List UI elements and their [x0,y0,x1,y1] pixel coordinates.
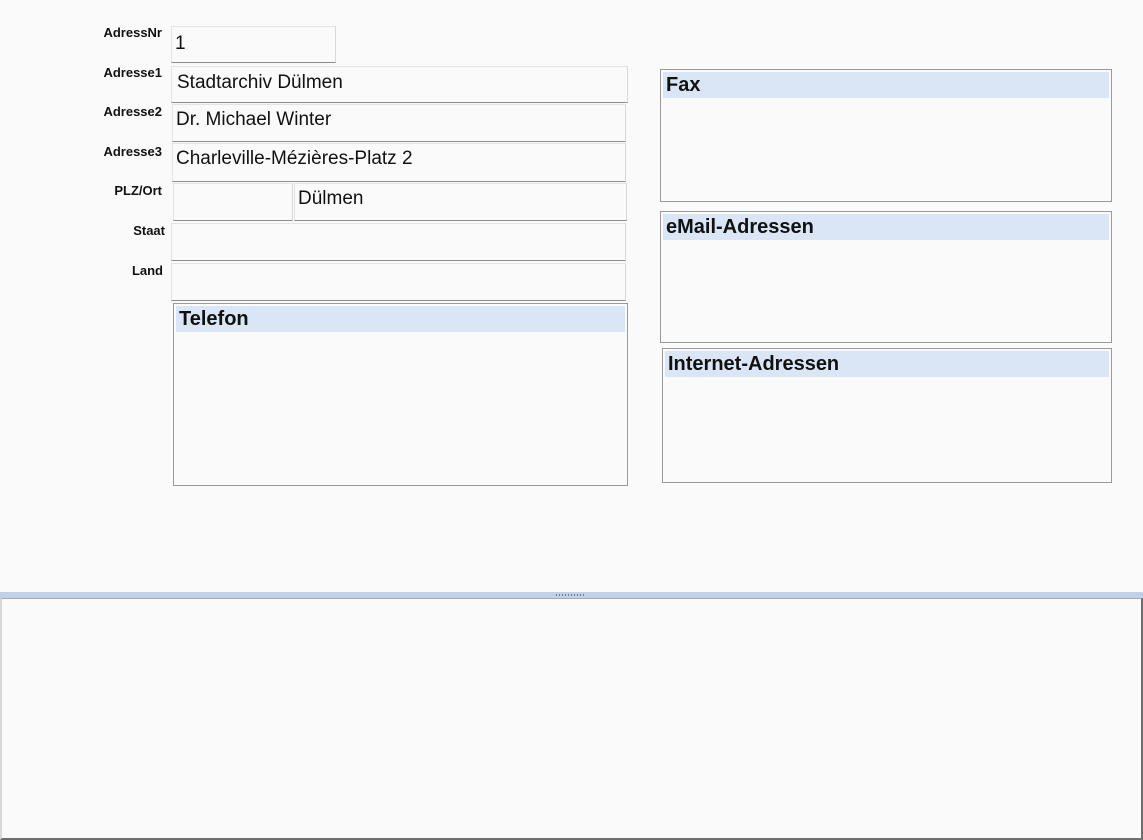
label-land: Land [131,263,163,278]
fax-panel-title: Fax [663,72,1109,98]
ort-field[interactable]: Dülmen [294,183,627,221]
adresse1-field[interactable]: Stadtarchiv Dülmen [171,66,628,103]
label-adresse1: Adresse1 [103,65,162,80]
adresse3-field[interactable]: Charleville-Mézières-Platz 2 [172,143,626,182]
staat-field[interactable] [171,223,626,261]
telefon-panel[interactable]: Telefon [173,303,628,486]
adresse2-field[interactable]: Dr. Michael Winter [172,104,626,142]
label-staat: Staat [133,223,165,238]
email-panel[interactable]: eMail-Adressen [660,211,1112,343]
land-field[interactable] [171,263,626,301]
fax-panel[interactable]: Fax [660,69,1112,202]
label-plz-ort: PLZ/Ort [114,183,162,198]
email-panel-title: eMail-Adressen [663,214,1109,240]
adressnr-field[interactable]: 1 [171,26,336,63]
plz-field[interactable] [173,183,293,221]
bottom-pane[interactable] [0,598,1143,840]
label-adressnr: AdressNr [103,25,162,40]
label-adresse2: Adresse2 [103,104,162,119]
telefon-panel-title: Telefon [176,306,625,332]
internet-panel-title: Internet-Adressen [665,351,1109,377]
internet-panel[interactable]: Internet-Adressen [662,348,1112,483]
splitter-grip-icon[interactable] [556,594,586,596]
label-adresse3: Adresse3 [103,144,162,159]
